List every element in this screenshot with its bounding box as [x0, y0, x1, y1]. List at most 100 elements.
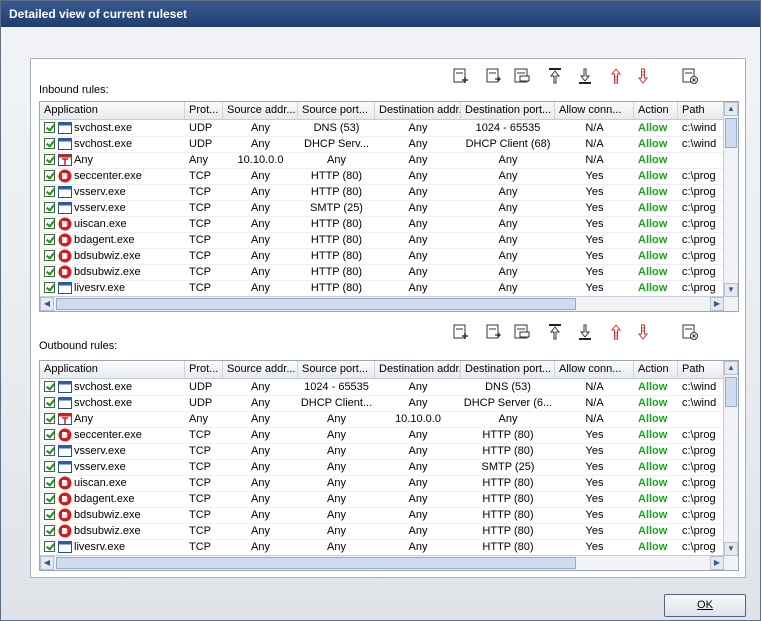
inbound-delete-rule-button[interactable] — [512, 67, 532, 87]
vertical-scrollbar[interactable]: ▲ ▼ — [723, 361, 738, 556]
scroll-down-icon[interactable]: ▼ — [724, 542, 738, 556]
table-row[interactable]: seccenter.exe TCP Any HTTP (80) Any Any Yes All… — [40, 168, 724, 185]
scroll-thumb[interactable] — [56, 298, 576, 310]
column-header[interactable]: Path — [678, 102, 728, 119]
table-row[interactable]: bdagent.exe TCP Any Any Any HTTP (80) Yes Allow… — [40, 491, 724, 508]
rule-enabled-checkbox[interactable] — [44, 266, 55, 277]
rule-enabled-checkbox[interactable] — [44, 186, 55, 197]
rule-enabled-checkbox[interactable] — [44, 477, 55, 488]
rule-enabled-checkbox[interactable] — [44, 218, 55, 229]
scroll-right-icon[interactable]: ▶ — [710, 297, 724, 311]
rule-enabled-checkbox[interactable] — [44, 170, 55, 181]
outbound-move-top-button[interactable] — [545, 323, 565, 343]
outbound-reset-button[interactable] — [680, 323, 700, 343]
table-row[interactable]: svchost.exe UDP Any DNS (53) Any 1024 - 65535… — [40, 120, 724, 137]
inbound-edit-rule-button[interactable] — [484, 67, 504, 87]
column-header[interactable]: Destination port... — [461, 361, 555, 378]
table-row[interactable]: bdagent.exe TCP Any HTTP (80) Any Any Yes Allow… — [40, 232, 724, 249]
column-header[interactable]: Source port... — [298, 361, 375, 378]
table-row[interactable]: svchost.exe UDP Any DHCP Client... Any DHCP S… — [40, 395, 724, 412]
scroll-thumb[interactable] — [56, 557, 576, 569]
rule-enabled-checkbox[interactable] — [44, 154, 55, 165]
table-row[interactable]: uiscan.exe TCP Any Any Any HTTP (80) Yes Allow c… — [40, 475, 724, 492]
horizontal-scrollbar[interactable]: ◀ ▶ — [40, 296, 724, 311]
outbound-move-bottom-button[interactable] — [575, 323, 595, 343]
outbound-edit-rule-button[interactable] — [484, 323, 504, 343]
table-row[interactable]: vsserv.exe TCP Any Any Any HTTP (80) Yes Allow c… — [40, 443, 724, 460]
rule-enabled-checkbox[interactable] — [44, 122, 55, 133]
table-row[interactable]: bdsubwiz.exe TCP Any HTTP (80) Any Any Yes Allo… — [40, 248, 724, 265]
column-header[interactable]: Destination addr... — [375, 361, 461, 378]
outbound-delete-rule-button[interactable] — [512, 323, 532, 343]
scroll-left-icon[interactable]: ◀ — [40, 297, 54, 311]
rule-enabled-checkbox[interactable] — [44, 461, 55, 472]
column-header[interactable]: Allow conn... — [555, 361, 634, 378]
table-row[interactable]: bdsubwiz.exe TCP Any Any Any HTTP (80) Yes Allo… — [40, 523, 724, 540]
table-row[interactable]: seccenter.exe TCP Any Any Any HTTP (80) Yes All… — [40, 427, 724, 444]
inbound-move-up-button[interactable] — [606, 67, 626, 87]
rule-enabled-checkbox[interactable] — [44, 445, 55, 456]
application-cell: bdsubwiz.exe — [40, 264, 185, 280]
table-row[interactable]: uiscan.exe TCP Any HTTP (80) Any Any Yes Allow c… — [40, 216, 724, 233]
outbound-move-down-button[interactable] — [633, 323, 653, 343]
table-row[interactable]: livesrv.exe TCP Any HTTP (80) Any Any Yes Allow… — [40, 280, 724, 297]
ok-button[interactable]: OK — [664, 594, 746, 617]
inbound-add-rule-button[interactable] — [451, 67, 471, 87]
column-header[interactable]: Action — [634, 361, 678, 378]
table-row[interactable]: Any Any Any Any 10.10.0.0 Any N/A Allow — [40, 411, 724, 428]
inbound-move-top-button[interactable] — [545, 67, 565, 87]
rule-enabled-checkbox[interactable] — [44, 525, 55, 536]
column-header[interactable]: Source port... — [298, 102, 375, 119]
conn-cell: Yes — [585, 202, 604, 214]
outbound-add-rule-button[interactable] — [451, 323, 471, 343]
scroll-up-icon[interactable]: ▲ — [724, 102, 738, 116]
table-row[interactable]: vsserv.exe TCP Any SMTP (25) Any Any Yes Allow c… — [40, 200, 724, 217]
rule-enabled-checkbox[interactable] — [44, 509, 55, 520]
table-row[interactable]: bdsubwiz.exe TCP Any Any Any HTTP (80) Yes Allo… — [40, 507, 724, 524]
scroll-thumb[interactable] — [725, 377, 737, 407]
scroll-thumb[interactable] — [725, 118, 737, 148]
column-header[interactable]: Destination addr... — [375, 102, 461, 119]
rule-enabled-checkbox[interactable] — [44, 138, 55, 149]
rule-enabled-checkbox[interactable] — [44, 282, 55, 293]
column-header[interactable]: Application — [40, 361, 185, 378]
table-row[interactable]: Any Any 10.10.0.0 Any Any Any N/A Allow — [40, 152, 724, 169]
outbound-rules-table[interactable]: Application Prot... Source addr... Source p… — [39, 360, 739, 571]
inbound-reset-button[interactable] — [680, 67, 700, 87]
table-row[interactable]: svchost.exe UDP Any DHCP Serv... Any DHCP Cli… — [40, 136, 724, 153]
rule-enabled-checkbox[interactable] — [44, 413, 55, 424]
column-header[interactable]: Prot... — [185, 102, 223, 119]
scroll-left-icon[interactable]: ◀ — [40, 556, 54, 570]
inbound-move-down-button[interactable] — [633, 67, 653, 87]
rule-enabled-checkbox[interactable] — [44, 493, 55, 504]
column-header[interactable]: Source addr... — [223, 102, 298, 119]
rule-enabled-checkbox[interactable] — [44, 429, 55, 440]
table-row[interactable]: svchost.exe UDP Any 1024 - 65535 Any DNS (53)… — [40, 379, 724, 396]
column-header[interactable]: Source addr... — [223, 361, 298, 378]
scroll-right-icon[interactable]: ▶ — [710, 556, 724, 570]
rule-enabled-checkbox[interactable] — [44, 397, 55, 408]
column-header[interactable]: Prot... — [185, 361, 223, 378]
rule-enabled-checkbox[interactable] — [44, 381, 55, 392]
column-header[interactable]: Destination port... — [461, 102, 555, 119]
column-header[interactable]: Application — [40, 102, 185, 119]
column-header[interactable]: Allow conn... — [555, 102, 634, 119]
rule-enabled-checkbox[interactable] — [44, 541, 55, 552]
column-header[interactable]: Path — [678, 361, 728, 378]
rule-enabled-checkbox[interactable] — [44, 234, 55, 245]
rule-enabled-checkbox[interactable] — [44, 202, 55, 213]
horizontal-scrollbar[interactable]: ◀ ▶ — [40, 555, 724, 570]
outbound-move-up-button[interactable] — [606, 323, 626, 343]
column-header[interactable]: Action — [634, 102, 678, 119]
rule-enabled-checkbox[interactable] — [44, 250, 55, 261]
table-row[interactable]: bdsubwiz.exe TCP Any HTTP (80) Any Any Yes Allo… — [40, 264, 724, 281]
vertical-scrollbar[interactable]: ▲ ▼ — [723, 102, 738, 297]
inbound-rules-table[interactable]: Application Prot... Source addr... Source p… — [39, 101, 739, 312]
table-row[interactable]: vsserv.exe TCP Any HTTP (80) Any Any Yes Allow c… — [40, 184, 724, 201]
scroll-up-icon[interactable]: ▲ — [724, 361, 738, 375]
table-row[interactable]: livesrv.exe TCP Any Any Any HTTP (80) Yes Allow… — [40, 539, 724, 556]
scroll-down-icon[interactable]: ▼ — [724, 283, 738, 297]
table-row[interactable]: vsserv.exe TCP Any Any Any SMTP (25) Yes Allow c… — [40, 459, 724, 476]
sport-cell: HTTP (80) — [310, 282, 363, 294]
inbound-move-bottom-button[interactable] — [575, 67, 595, 87]
